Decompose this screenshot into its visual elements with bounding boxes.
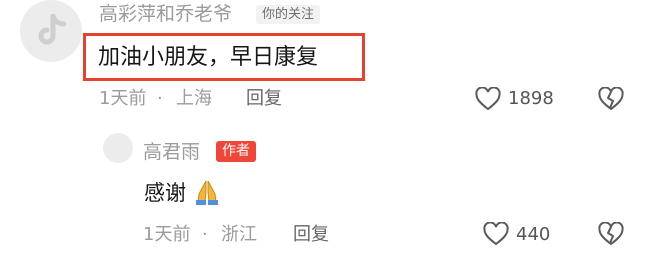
reply-location: 浙江 [221, 224, 257, 245]
author-badge: 作者 [216, 141, 256, 162]
folded-hands-icon [196, 180, 218, 205]
like-count: 440 [516, 224, 551, 245]
like-icon[interactable] [475, 87, 501, 111]
reply-button[interactable]: 回复 [293, 224, 329, 246]
dislike-icon[interactable] [598, 222, 624, 246]
app-logo-icon [38, 14, 66, 45]
reply-avatar[interactable] [103, 133, 133, 163]
reply-username[interactable]: 高君雨 [143, 141, 200, 163]
comment-text: 加油小朋友，早日康复 [98, 45, 319, 70]
reply-time: 1天前 [143, 224, 191, 245]
like-icon[interactable] [483, 222, 509, 246]
comment-username[interactable]: 高彩萍和乔老爷 [99, 3, 232, 25]
highlighted-comment: 加油小朋友，早日康复 [83, 33, 365, 81]
reply-button[interactable]: 回复 [246, 88, 282, 110]
avatar[interactable] [20, 0, 82, 62]
comment-time: 1天前 [99, 88, 147, 109]
reply-text: 感谢 [144, 181, 186, 205]
follow-tag: 你的关注 [256, 5, 321, 24]
meta-separator: · [157, 88, 163, 109]
like-count: 1898 [508, 88, 554, 109]
dislike-icon[interactable] [598, 87, 624, 111]
meta-separator: · [202, 224, 208, 245]
comment-location: 上海 [176, 88, 212, 109]
